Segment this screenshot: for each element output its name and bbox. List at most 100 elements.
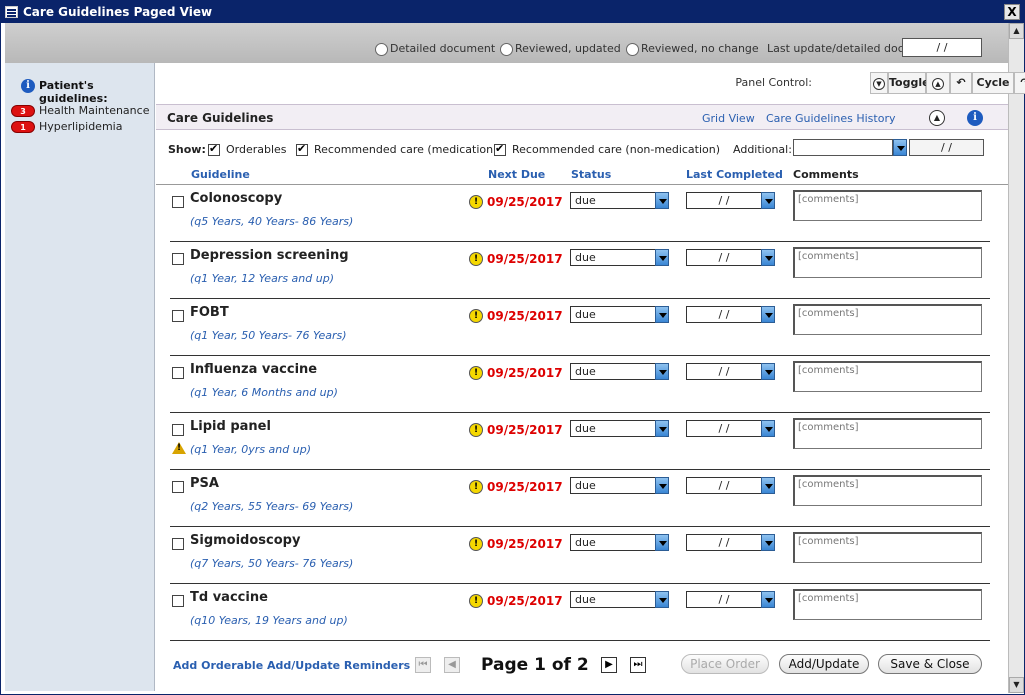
next-page-icon[interactable]: ▶: [601, 657, 617, 673]
guideline-name[interactable]: Td vaccine: [190, 590, 268, 605]
column-last-completed[interactable]: Last Completed: [686, 168, 783, 181]
dropdown-arrow-icon[interactable]: [655, 591, 669, 608]
vertical-scrollbar[interactable]: ▲ ▼: [1008, 23, 1024, 693]
dropdown-arrow-icon[interactable]: [655, 306, 669, 323]
dropdown-arrow-icon[interactable]: [761, 591, 775, 608]
last-update-date-field[interactable]: / /: [902, 38, 982, 57]
status-select[interactable]: due: [570, 306, 656, 323]
comments-field[interactable]: [comments]: [793, 532, 982, 563]
scroll-up-arrow-icon[interactable]: ▲: [1009, 23, 1024, 39]
next-due-date: 09/25/2017: [487, 366, 563, 380]
row-select-checkbox[interactable]: [172, 595, 184, 607]
dropdown-arrow-icon[interactable]: [655, 363, 669, 380]
dropdown-arrow-icon[interactable]: [761, 249, 775, 266]
additional-date-field[interactable]: / /: [909, 139, 984, 156]
last-completed-date-field[interactable]: / /: [686, 249, 762, 266]
collapse-up-button[interactable]: ▲: [926, 72, 950, 94]
last-completed-date-field[interactable]: / /: [686, 363, 762, 380]
additional-select[interactable]: [793, 139, 893, 156]
row-select-checkbox[interactable]: [172, 367, 184, 379]
dropdown-arrow-icon[interactable]: [761, 420, 775, 437]
row-select-checkbox[interactable]: [172, 196, 184, 208]
next-due-date: 09/25/2017: [487, 537, 563, 551]
add-update-button[interactable]: Add/Update: [779, 654, 869, 674]
last-completed-date-field[interactable]: / /: [686, 477, 762, 494]
row-select-checkbox[interactable]: [172, 481, 184, 493]
care-guidelines-history-link[interactable]: Care Guidelines History: [766, 112, 895, 125]
comments-field[interactable]: [comments]: [793, 304, 982, 335]
scroll-down-arrow-icon[interactable]: ▼: [1009, 677, 1024, 693]
status-select[interactable]: due: [570, 591, 656, 608]
dropdown-arrow-icon[interactable]: [761, 363, 775, 380]
status-select[interactable]: due: [570, 534, 656, 551]
orderables-checkbox[interactable]: [208, 142, 220, 156]
status-select[interactable]: due: [570, 249, 656, 266]
add-orderable-link[interactable]: Add Orderable: [173, 659, 263, 672]
dropdown-arrow-icon[interactable]: [761, 534, 775, 551]
recommended-medication-checkbox[interactable]: [296, 142, 308, 156]
radio-detailed-document[interactable]: Detailed document: [375, 42, 495, 56]
last-completed-date-field[interactable]: / /: [686, 420, 762, 437]
guideline-name[interactable]: Depression screening: [190, 248, 349, 263]
last-completed-date-field[interactable]: / /: [686, 306, 762, 323]
dropdown-arrow-icon[interactable]: [655, 420, 669, 437]
first-page-icon[interactable]: ⏮: [415, 657, 431, 673]
recommended-non-medication-checkbox[interactable]: [494, 142, 506, 156]
row-select-checkbox[interactable]: [172, 310, 184, 322]
dropdown-arrow-icon[interactable]: [761, 306, 775, 323]
radio-reviewed-no-change[interactable]: Reviewed, no change: [626, 42, 759, 56]
guideline-name[interactable]: PSA: [190, 476, 219, 491]
dropdown-arrow-icon[interactable]: [893, 139, 907, 156]
dropdown-arrow-icon[interactable]: [655, 477, 669, 494]
status-select[interactable]: due: [570, 363, 656, 380]
cycle-forward-button[interactable]: ↷: [1014, 72, 1025, 94]
guideline-name[interactable]: FOBT: [190, 305, 229, 320]
comments-field[interactable]: [comments]: [793, 418, 982, 449]
dropdown-arrow-icon[interactable]: [655, 534, 669, 551]
place-order-button[interactable]: Place Order: [681, 654, 769, 674]
collapse-panel-button[interactable]: ▲: [929, 110, 945, 126]
last-completed-date-field[interactable]: / /: [686, 591, 762, 608]
row-select-checkbox[interactable]: [172, 424, 184, 436]
dropdown-arrow-icon[interactable]: [761, 192, 775, 209]
comments-field[interactable]: [comments]: [793, 247, 982, 278]
grid-view-link[interactable]: Grid View: [702, 112, 755, 125]
last-completed-date-field[interactable]: / /: [686, 192, 762, 209]
close-button[interactable]: X: [1004, 4, 1020, 20]
previous-page-icon[interactable]: ◀: [444, 657, 460, 673]
toggle-button[interactable]: Toggle: [888, 72, 930, 94]
last-page-icon[interactable]: ⏭: [630, 657, 646, 673]
comments-field[interactable]: [comments]: [793, 589, 982, 620]
row-select-checkbox[interactable]: [172, 253, 184, 265]
cycle-button[interactable]: Cycle: [972, 72, 1014, 94]
guideline-frequency: (q1 Year, 0yrs and up): [190, 443, 311, 456]
row-select-checkbox[interactable]: [172, 538, 184, 550]
radio-reviewed-updated[interactable]: Reviewed, updated: [500, 42, 621, 56]
expand-down-button[interactable]: ▼: [870, 72, 888, 94]
dropdown-arrow-icon[interactable]: [761, 477, 775, 494]
cycle-back-button[interactable]: ↶: [950, 72, 972, 94]
guideline-name[interactable]: Colonoscopy: [190, 191, 282, 206]
status-select[interactable]: due: [570, 192, 656, 209]
column-next-due[interactable]: Next Due: [488, 168, 545, 181]
add-update-reminders-link[interactable]: Add/Update Reminders: [267, 659, 410, 672]
dropdown-arrow-icon[interactable]: [655, 249, 669, 266]
dropdown-arrow-icon[interactable]: [655, 192, 669, 209]
status-select[interactable]: due: [570, 477, 656, 494]
guideline-name[interactable]: Lipid panel: [190, 419, 271, 434]
last-completed-date-field[interactable]: / /: [686, 534, 762, 551]
status-select[interactable]: due: [570, 420, 656, 437]
alert-icon: !: [469, 366, 483, 380]
comments-field[interactable]: [comments]: [793, 361, 982, 392]
guideline-name[interactable]: Sigmoidoscopy: [190, 533, 300, 548]
alert-icon: !: [469, 252, 483, 266]
save-close-button[interactable]: Save & Close: [878, 654, 982, 674]
column-guideline[interactable]: Guideline: [191, 168, 250, 181]
info-icon[interactable]: i: [967, 110, 983, 126]
comments-field[interactable]: [comments]: [793, 475, 982, 506]
sidebar-item-hyperlipidemia[interactable]: 1 Hyperlipidemia: [11, 120, 122, 134]
sidebar-item-health-maintenance[interactable]: 3 Health Maintenance: [11, 104, 149, 118]
comments-field[interactable]: [comments]: [793, 190, 982, 221]
guideline-name[interactable]: Influenza vaccine: [190, 362, 317, 377]
column-status[interactable]: Status: [571, 168, 611, 181]
